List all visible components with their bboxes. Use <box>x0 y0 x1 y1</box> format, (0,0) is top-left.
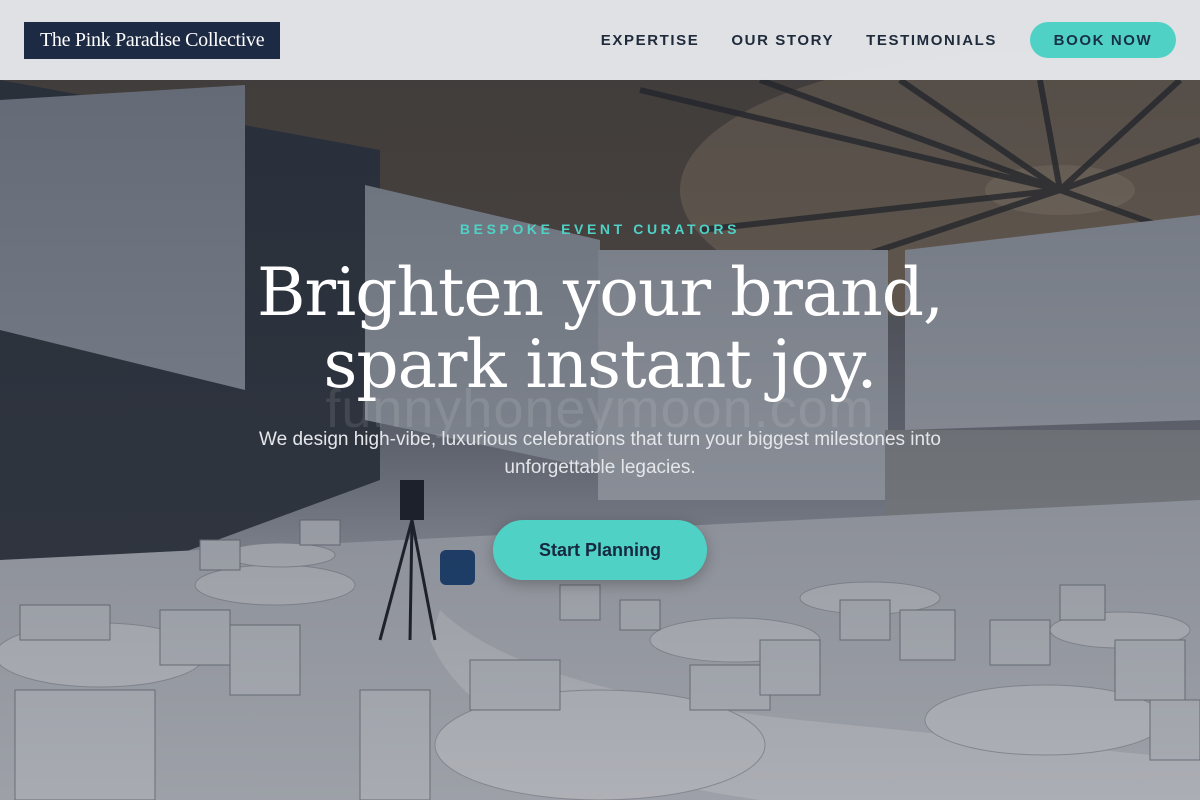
nav-link-expertise[interactable]: EXPERTISE <box>601 32 700 49</box>
nav-link-our-story[interactable]: OUR STORY <box>731 32 834 49</box>
hero-subtext: We design high-vibe, luxurious celebrati… <box>259 429 941 478</box>
site-header: The Pink Paradise Collective EXPERTISE O… <box>0 0 1200 80</box>
book-now-button[interactable]: BOOK NOW <box>1030 22 1176 58</box>
nav-link-testimonials[interactable]: TESTIMONIALS <box>866 32 997 49</box>
hero-headline-line-1: Brighten your brand, <box>257 254 944 331</box>
main-navigation: EXPERTISE OUR STORY TESTIMONIALS BOOK NO… <box>601 22 1176 58</box>
hero-eyebrow: BESPOKE EVENT CURATORS <box>459 221 741 237</box>
start-planning-button[interactable]: Start Planning <box>493 520 707 580</box>
brand-logo[interactable]: The Pink Paradise Collective <box>24 21 281 59</box>
hero-section: BESPOKE EVENT CURATORS Brighten your bra… <box>0 0 1200 800</box>
